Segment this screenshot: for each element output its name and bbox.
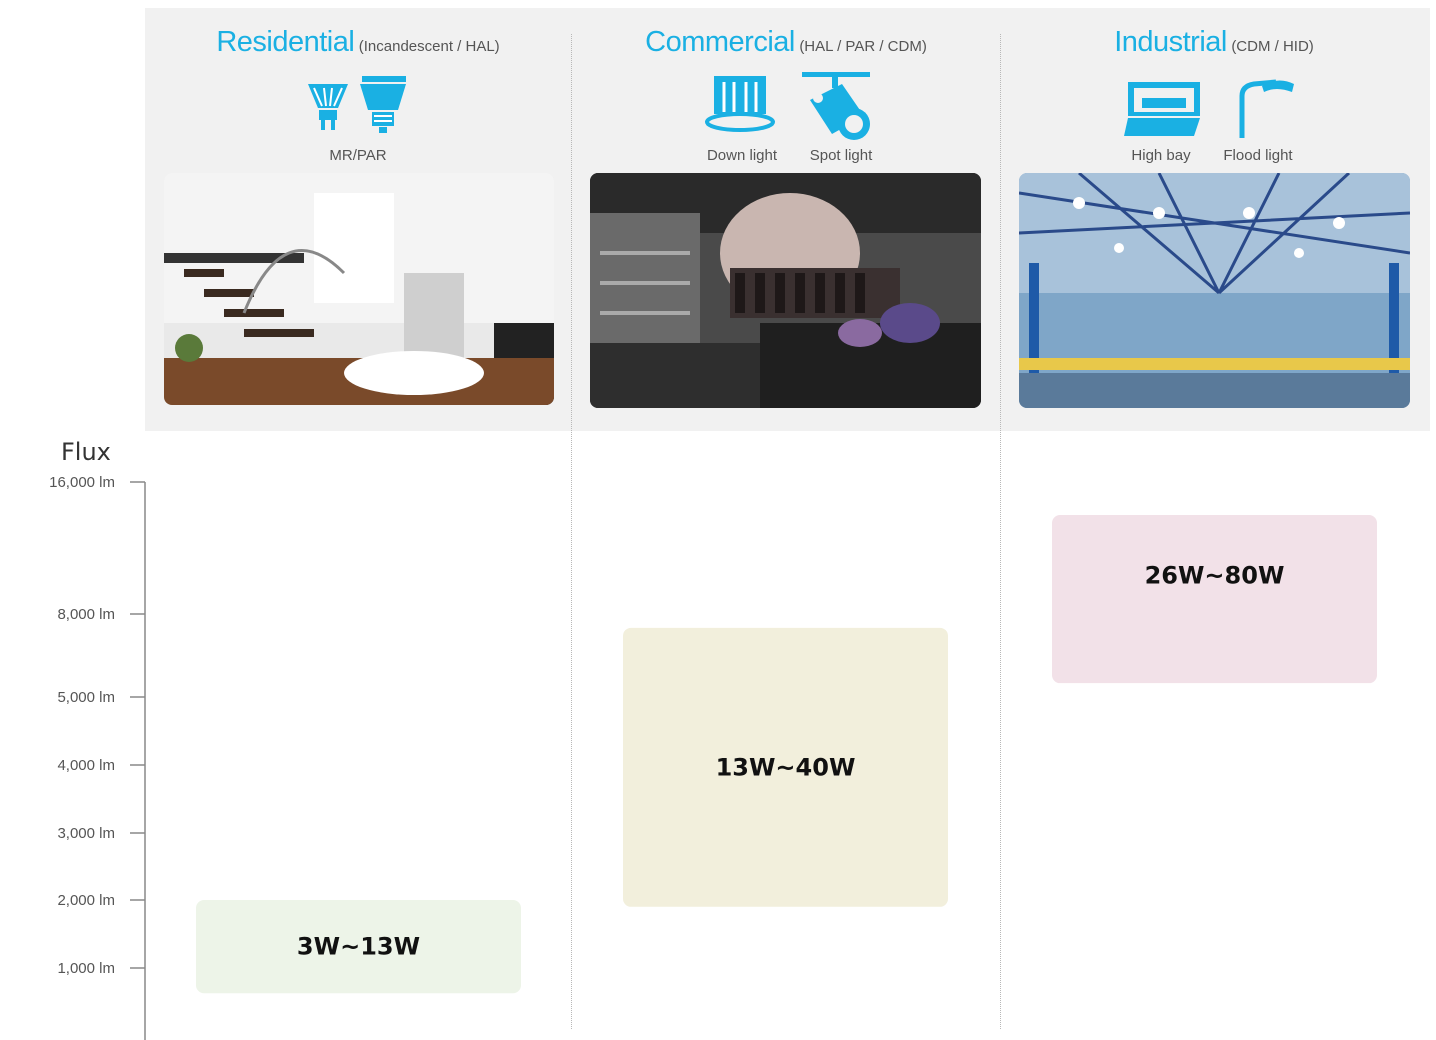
y-tick-label: 5,000 lm	[57, 689, 115, 706]
y-axis-ticks: 1,000 lm 2,000 lm 3,000 lm 4,000 lm 5,000 lm…	[49, 474, 145, 977]
y-tick-label: 4,000 lm	[57, 757, 115, 774]
range-label: 26W~80W	[1145, 562, 1285, 590]
y-tick-label: 8,000 lm	[57, 606, 115, 623]
flux-chart: 1,000 lm 2,000 lm 3,000 lm 4,000 lm 5,000 lm…	[49, 474, 1377, 1040]
y-tick-label: 3,000 lm	[57, 825, 115, 842]
range-boxes: 3W~13W 13W~40W 26W~80W	[196, 515, 1377, 994]
range-label: 13W~40W	[716, 753, 856, 781]
y-tick-label: 2,000 lm	[57, 892, 115, 909]
y-tick-label: 1,000 lm	[57, 960, 115, 977]
y-tick-label: 16,000 lm	[49, 474, 115, 491]
range-label: 3W~13W	[297, 933, 420, 961]
range-box-industrial	[1052, 515, 1377, 684]
